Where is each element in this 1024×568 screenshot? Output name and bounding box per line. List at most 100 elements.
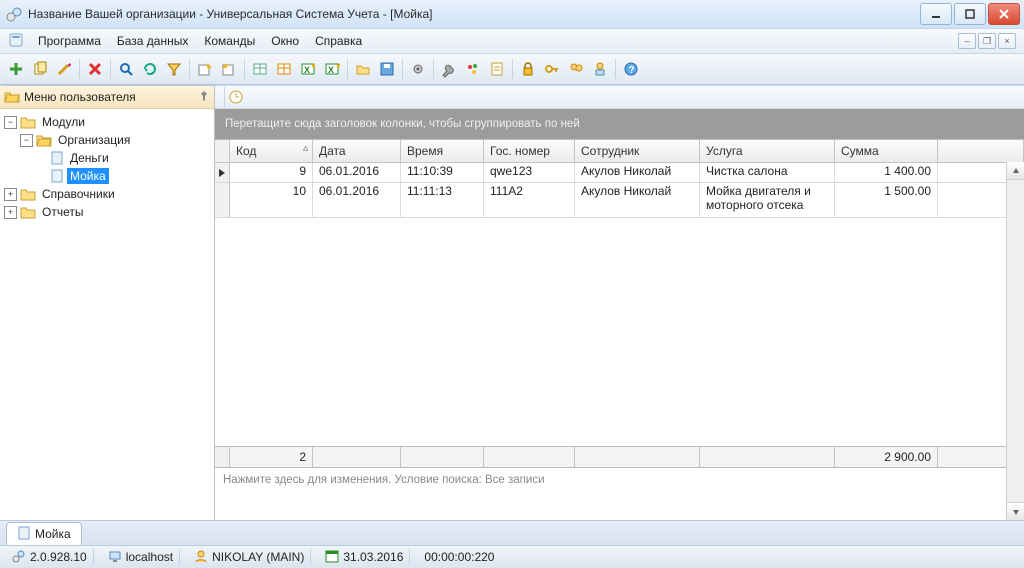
tree-label: Справочники [39, 186, 118, 202]
col-employee[interactable]: Сотрудник [575, 140, 700, 162]
palette-icon[interactable] [462, 58, 484, 80]
col-sum[interactable]: Сумма [835, 140, 938, 162]
row-indicator [215, 183, 230, 217]
refresh-icon[interactable] [139, 58, 161, 80]
note-icon[interactable] [486, 58, 508, 80]
maximize-button[interactable] [954, 3, 986, 25]
tree-item-modules[interactable]: − Модули [0, 113, 214, 131]
col-date[interactable]: Дата [313, 140, 401, 162]
cell-code: 10 [230, 183, 313, 217]
mdi-restore-button[interactable]: ❐ [978, 33, 996, 49]
tree-item-reports[interactable]: + Отчеты [0, 203, 214, 221]
col-code[interactable]: Код [230, 140, 313, 162]
users-icon[interactable] [565, 58, 587, 80]
page-icon [50, 151, 64, 165]
minimize-button[interactable] [920, 3, 952, 25]
document-tabs: Мойка [0, 520, 1024, 545]
user-icon [194, 549, 208, 566]
menu-database[interactable]: База данных [109, 32, 196, 50]
copy-icon[interactable] [29, 58, 51, 80]
vertical-scrollbar[interactable] [1006, 162, 1024, 520]
col-plate[interactable]: Гос. номер [484, 140, 575, 162]
lock-icon[interactable] [517, 58, 539, 80]
grid-icon-2[interactable] [273, 58, 295, 80]
filter-hint[interactable]: Нажмите здесь для изменения. Условие пои… [215, 468, 1007, 492]
cell-date: 06.01.2016 [313, 183, 401, 217]
folder-icon [20, 187, 36, 201]
edit-icon[interactable] [53, 58, 75, 80]
menu-help[interactable]: Справка [307, 32, 370, 50]
group-by-bar[interactable]: Перетащите сюда заголовок колонки, чтобы… [215, 109, 1024, 139]
col-spacer [938, 140, 1024, 162]
folder-open-icon [4, 89, 20, 106]
titlebar: Название Вашей организации - Универсальн… [0, 0, 1024, 28]
tree-label: Отчеты [39, 204, 86, 220]
mdi-close-button[interactable]: × [998, 33, 1016, 49]
folder-icon [20, 205, 36, 219]
grid-headers: Код Дата Время Гос. номер Сотрудник Услу… [215, 140, 1024, 163]
svg-text:X: X [328, 65, 334, 75]
excel-import-icon[interactable]: X [321, 58, 343, 80]
row-indicator-current [215, 163, 230, 182]
app-icon [6, 6, 22, 22]
cell-employee: Акулов Николай [575, 163, 700, 182]
key-icon[interactable] [541, 58, 563, 80]
save-icon[interactable] [376, 58, 398, 80]
grid-icon-1[interactable] [249, 58, 271, 80]
scroll-up-icon[interactable] [1007, 162, 1024, 180]
status-date: 31.03.2016 [343, 550, 403, 564]
tree-label: Модули [39, 114, 88, 130]
tab-wash[interactable]: Мойка [6, 522, 82, 545]
mdi-minimize-button[interactable]: – [958, 33, 976, 49]
pin-icon[interactable] [198, 90, 210, 105]
excel-export-icon[interactable]: X [297, 58, 319, 80]
data-grid: Код Дата Время Гос. номер Сотрудник Услу… [215, 139, 1024, 520]
calendar-icon [325, 549, 339, 566]
status-user: NIKOLAY (MAIN) [212, 550, 304, 564]
tree-item-wash[interactable]: Мойка [0, 167, 214, 185]
menu-program[interactable]: Программа [30, 32, 109, 50]
menu-commands[interactable]: Команды [196, 32, 263, 50]
window-title: Название Вашей организации - Универсальн… [28, 7, 918, 21]
gear-icon[interactable] [407, 58, 429, 80]
clock-icon[interactable] [228, 89, 244, 105]
help-icon[interactable]: ? [620, 58, 642, 80]
filter-icon[interactable] [163, 58, 185, 80]
add-icon[interactable] [5, 58, 27, 80]
col-time[interactable]: Время [401, 140, 484, 162]
footer-total: 2 900.00 [835, 447, 938, 467]
export-icon-2[interactable] [218, 58, 240, 80]
scroll-down-icon[interactable] [1007, 502, 1024, 520]
folder-open-icon [36, 133, 52, 147]
table-row[interactable]: 9 06.01.2016 11:10:39 qwe123 Акулов Нико… [215, 163, 1024, 183]
tree-item-organization[interactable]: − Организация [0, 131, 214, 149]
nav-tree[interactable]: − Модули − Организация Деньги [0, 109, 214, 520]
folder-icon [20, 115, 36, 129]
row-indicator-header [215, 140, 230, 162]
menu-icon [8, 32, 26, 50]
status-version: 2.0.928.10 [30, 550, 87, 564]
menu-window[interactable]: Окно [263, 32, 307, 50]
sidebar-title: Меню пользователя [24, 90, 136, 104]
tree-item-money[interactable]: Деньги [0, 149, 214, 167]
close-button[interactable] [988, 3, 1020, 25]
statusbar: 2.0.928.10 localhost NIKOLAY (MAIN) 31.0… [0, 545, 1024, 568]
search-icon[interactable] [115, 58, 137, 80]
export-icon-1[interactable] [194, 58, 216, 80]
tree-label: Мойка [67, 168, 109, 184]
page-icon [50, 169, 64, 183]
folder-icon[interactable] [352, 58, 374, 80]
main-toolbar-strip [215, 86, 1024, 109]
host-icon [108, 549, 122, 566]
tree-item-directories[interactable]: + Справочники [0, 185, 214, 203]
wrench-icon[interactable] [438, 58, 460, 80]
delete-icon[interactable] [84, 58, 106, 80]
group-by-hint: Перетащите сюда заголовок колонки, чтобы… [225, 118, 580, 130]
roles-icon[interactable] [589, 58, 611, 80]
cell-plate: 111A2 [484, 183, 575, 217]
table-row[interactable]: 10 06.01.2016 11:11:13 111A2 Акулов Нико… [215, 183, 1024, 218]
cell-plate: qwe123 [484, 163, 575, 182]
grid-footer: 2 2 900.00 [215, 446, 1007, 468]
col-service[interactable]: Услуга [700, 140, 835, 162]
cell-employee: Акулов Николай [575, 183, 700, 217]
